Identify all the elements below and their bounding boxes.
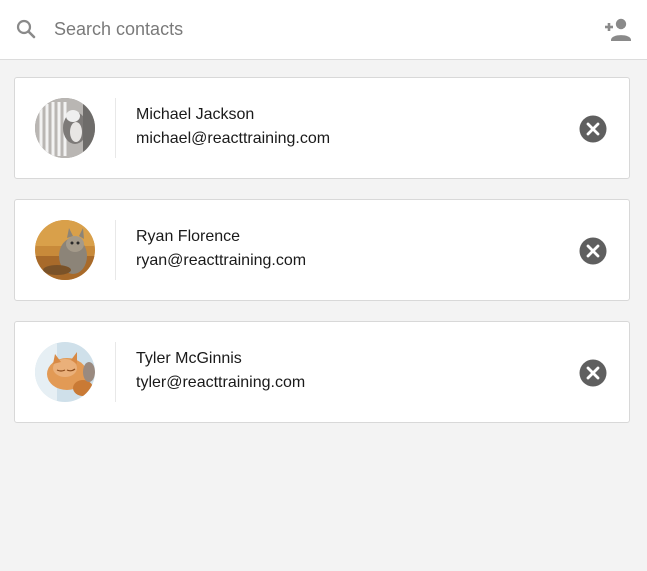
contact-card: Ryan Florence ryan@reacttraining.com (14, 199, 630, 301)
contact-card: Tyler McGinnis tyler@reacttraining.com (14, 321, 630, 423)
contact-email: tyler@reacttraining.com (136, 374, 306, 391)
search-icon (16, 19, 36, 39)
search-input[interactable] (52, 12, 572, 46)
divider (115, 98, 116, 158)
contact-name: Tyler McGinnis (136, 350, 242, 367)
remove-contact-button[interactable] (579, 237, 607, 265)
person-add-icon[interactable] (601, 14, 633, 46)
search-bar (0, 0, 647, 60)
contact-name: Michael Jackson (136, 106, 255, 123)
contact-email: ryan@reacttraining.com (136, 252, 307, 269)
avatar (35, 98, 95, 158)
contact-name: Ryan Florence (136, 228, 241, 245)
contact-email: michael@reacttraining.com (136, 130, 331, 147)
avatar (35, 342, 95, 402)
remove-contact-button[interactable] (579, 115, 607, 143)
avatar (35, 220, 95, 280)
avatar-image (35, 342, 95, 402)
divider (115, 220, 116, 280)
remove-contact-button[interactable] (579, 359, 607, 387)
contact-card: Michael Jackson michael@reacttraining.co… (14, 77, 630, 179)
divider (115, 342, 116, 402)
avatar-image (35, 220, 95, 280)
avatar-image (35, 98, 95, 158)
